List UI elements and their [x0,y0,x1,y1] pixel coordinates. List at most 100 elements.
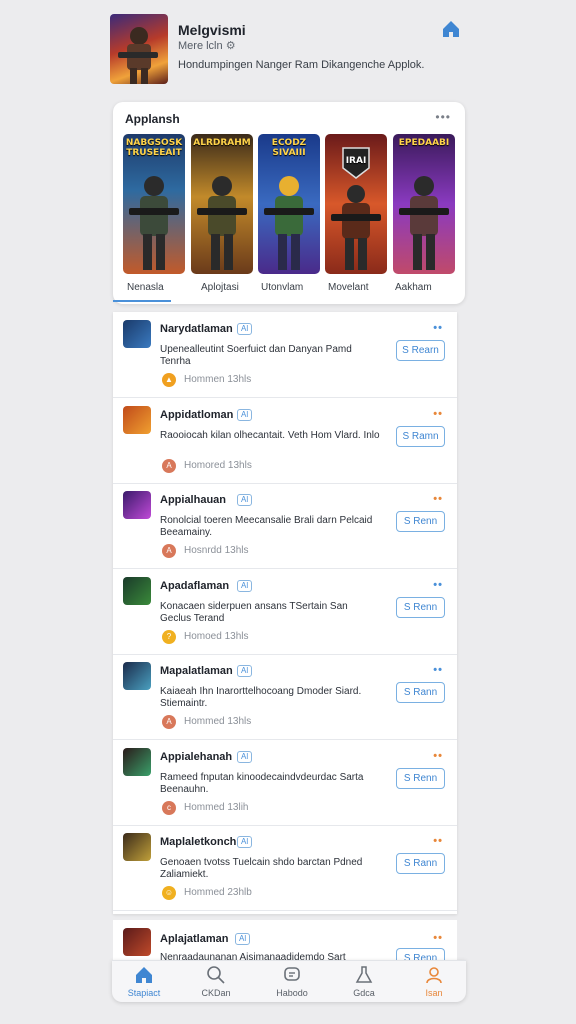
app-tag: Al [237,836,253,848]
app-icon [123,491,151,519]
list-item[interactable]: Aplajatlaman Al •• Nenraadaunanan Aisima… [113,920,457,964]
list-item[interactable]: Maplaletkonch Al •• Genoaen tvotss Tuelcain… [113,825,457,911]
app-icon [123,928,151,956]
app-description: Ronolcial toeren Meecansalie Brali darn … [160,515,373,538]
list-item[interactable]: Appialehanah Al •• Rameed fnputan kinoodeca… [113,740,457,826]
tab-category[interactable]: Utonvlam [261,282,303,293]
more-icon[interactable]: •• [433,750,443,762]
install-button[interactable]: S Ramn [396,425,445,447]
app-meta: Homored 13hls [184,459,252,471]
nav-item-search[interactable]: CKDan [186,965,246,998]
list-item[interactable]: Appialhauan Al •• Ronolcial toeren Meecansa… [113,483,457,569]
nav-item-home[interactable]: Stapiact [114,965,174,998]
app-tag: Al [237,408,253,421]
app-meta-icon: ☺ [162,886,176,900]
app-icon [123,662,151,690]
install-button[interactable]: S Rann [396,853,445,874]
more-icon[interactable]: •• [433,322,443,334]
app-subtitle-text: Mere lcln [178,40,223,52]
more-icon[interactable]: •• [433,932,443,944]
home-button[interactable] [440,18,462,40]
featured-title: Applansh [125,112,180,126]
app-description: Raooiocah kilan olhecantait. Veth Hom Vl… [160,429,380,441]
install-button[interactable]: S Renn [396,767,445,789]
list-item[interactable]: Mapalatlaman Al •• Kaiaeah Ihn Inarorttelho… [113,654,457,740]
app-thumbnail[interactable] [110,14,168,84]
app-meta: Hommed 13hls [184,716,252,727]
home-icon [136,967,152,983]
install-button[interactable]: S Renn [396,596,445,618]
nav-label: Stapiact [127,988,161,998]
featured-tile[interactable]: ECODZ SIVAIII [258,134,320,274]
app-description: Genoaen tvotss Tuelcain shdo barctan Pdn… [160,857,363,880]
app-tag: Al [237,750,253,763]
app-tag: Al [237,579,253,592]
tile-caption: IRAI [345,156,367,166]
app-meta-icon: A [162,458,176,473]
nav-label: CKDan [201,988,231,998]
settings-icon: ⚙ [225,40,236,52]
tab-category[interactable]: Aakham [395,282,432,293]
app-meta: Hommen 13hls [184,374,252,385]
nav-label: Isan [425,988,443,998]
install-button[interactable]: S Renn [396,511,445,532]
list-item[interactable]: Appidatloman Al •• Raooiocah kilan olhecant… [113,398,457,484]
install-button[interactable]: S Rann [396,682,445,703]
app-name: Appialhauan [160,494,227,506]
app-icon [123,320,151,348]
app-tag: Al [237,323,253,335]
bottom-nav: Stapiact CKDan Habodo Gdca Isan [112,960,466,1002]
list-item[interactable]: Apadaflaman Al •• Konacaen siderpuen ansans… [113,569,457,655]
app-description: Kaiaeah Ihn Inarorttelhocoang Dmoder Sia… [160,686,362,709]
app-name: Aplajatlaman [160,933,229,945]
featured-tile[interactable]: EPEDAABI [393,134,455,274]
featured-tile[interactable]: NABGSOSK TRUSEEAIT [123,134,185,274]
app-list: Narydatlaman Al •• Upenealleutint Soerfuict… [113,312,457,914]
nav-item-profile[interactable]: Isan [404,965,464,998]
app-meta-icon: c [162,800,176,815]
app-meta: Hommed 23hlb [184,887,252,898]
app-header: Melgvismi Mere lcln ⚙ Hondumpingen Nange… [0,0,576,96]
app-name: Narydatlaman [160,323,233,335]
app-description: Rameed fnputan kinoodecaindvdeurdac Sart… [160,771,364,795]
active-tab-indicator [113,300,171,302]
tile-caption: NABGSOSK TRUSEEAIT [125,138,183,158]
featured-tile[interactable]: ALRDRAHM [191,134,253,274]
app-tag: Al [235,933,251,945]
tab-category[interactable]: Movelant [328,282,369,293]
app-tag: Al [237,494,253,506]
category-tabs: Nenasla Aplojtasi Utonvlam Movelant Aakh… [113,278,465,302]
nav-label: Gdca [353,988,375,998]
app-icon [123,833,151,861]
app-name: Apadaflaman [160,579,230,592]
app-icon [123,747,151,776]
app-meta-icon: A [162,544,176,558]
home-icon [443,21,459,37]
app-meta-icon: ? [162,629,176,644]
app-meta: Homoed 13hls [184,630,249,642]
nav-item-labs[interactable]: Gdca [334,965,394,998]
app-subtitle: Mere lcln ⚙ [178,39,236,52]
app-description: Konacaen siderpuen ansans TSertain San G… [160,600,348,624]
tab-category[interactable]: Nenasla [127,282,164,293]
chat-icon [284,967,300,981]
install-button[interactable]: S Rearn [396,340,445,361]
featured-tile[interactable]: IRAI [325,134,387,274]
nav-label: Habodo [276,988,308,998]
more-icon[interactable]: ••• [435,110,451,124]
app-meta-icon: ▲ [162,373,176,387]
more-icon[interactable]: •• [433,408,443,420]
tab-category[interactable]: Aplojtasi [201,282,239,293]
featured-card: Applansh ••• NABGSOSK TRUSEEAIT ALRDRAHM… [113,102,465,304]
more-icon[interactable]: •• [433,664,443,676]
list-item[interactable]: Narydatlaman Al •• Upenealleutint Soerfuict… [113,312,457,398]
more-icon[interactable]: •• [433,579,443,591]
tile-caption: ECODZ SIVAIII [271,138,307,158]
app-tag: Al [237,665,253,677]
more-icon[interactable]: •• [433,493,443,505]
nav-item-chat[interactable]: Habodo [262,965,322,998]
tile-caption: EPEDAABI [398,138,450,148]
more-icon[interactable]: •• [433,835,443,847]
app-icon [123,405,151,434]
app-meta-icon: A [162,715,176,729]
